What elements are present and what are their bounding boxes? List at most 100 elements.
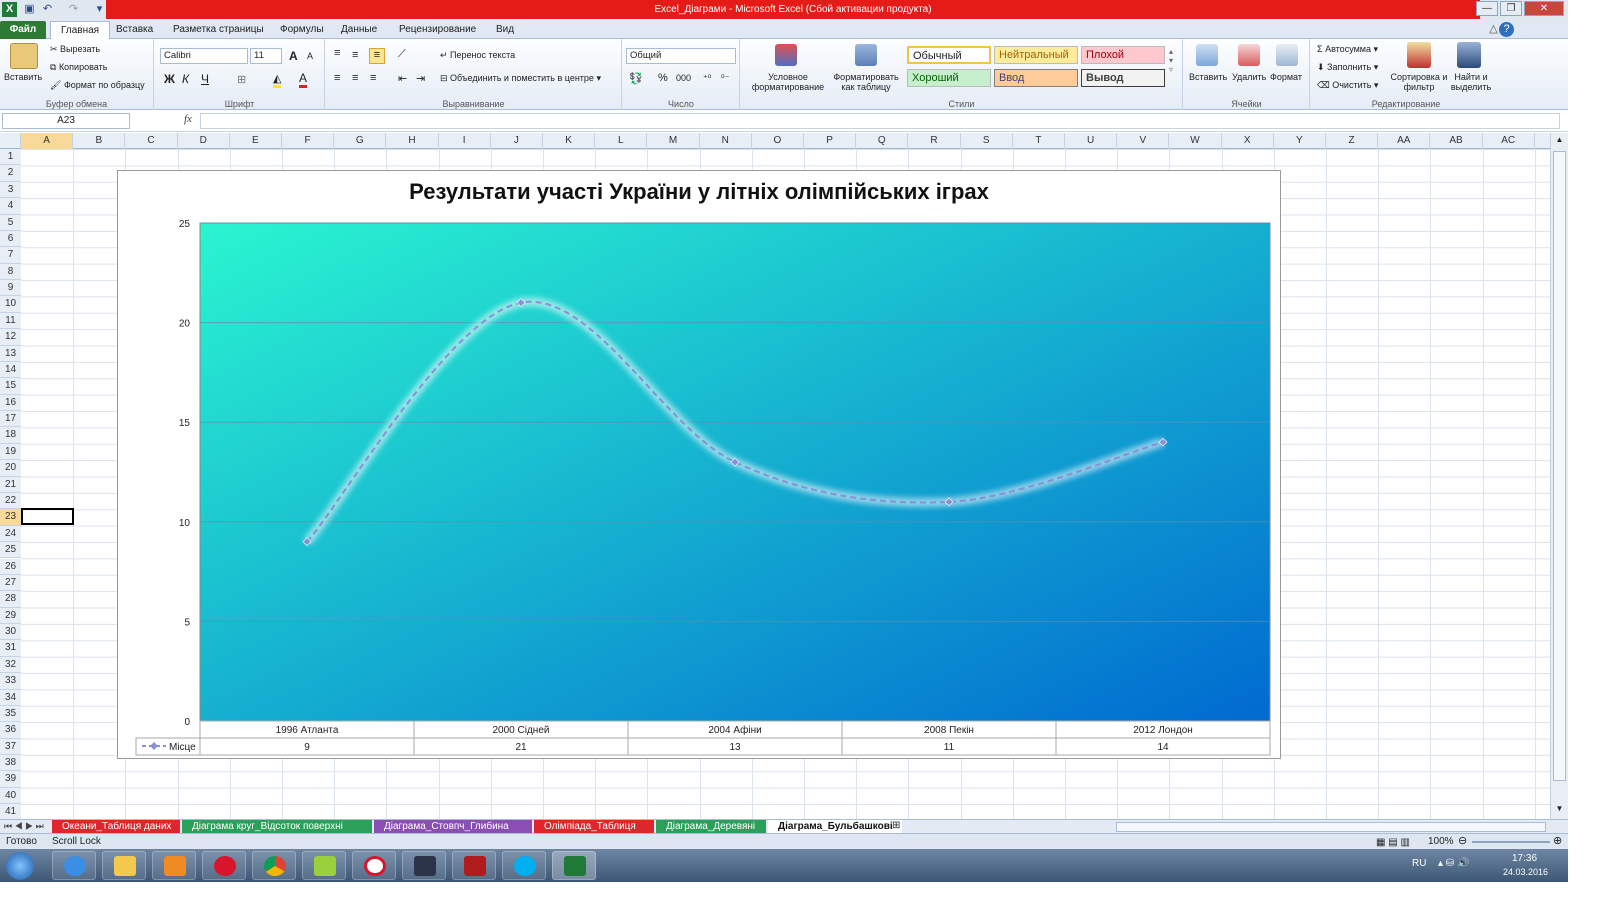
align-middle-icon[interactable]: ≡ [352, 49, 358, 61]
italic-button[interactable]: К [182, 72, 189, 86]
merge-center-button[interactable]: ⊟ Объединить и поместить в центре ▾ [440, 73, 601, 84]
column-header[interactable]: N [700, 133, 752, 149]
style-good[interactable]: Хороший [907, 69, 991, 87]
align-right-icon[interactable]: ≡ [370, 72, 376, 84]
format-cells-button[interactable]: Формат [1270, 72, 1302, 82]
style-output[interactable]: Вывод [1081, 69, 1165, 87]
style-input[interactable]: Ввод [994, 69, 1078, 87]
column-header[interactable]: H [386, 133, 439, 149]
column-header[interactable]: L [595, 133, 648, 149]
sort-filter-button[interactable]: Сортировка и фильтр [1389, 72, 1449, 92]
taskbar-gpu[interactable] [452, 851, 496, 880]
clear-button[interactable]: ⌫ Очистить ▾ [1317, 80, 1378, 91]
row-header[interactable]: 10 [0, 296, 21, 313]
decrease-indent-icon[interactable]: ⇤ [398, 72, 407, 85]
row-header[interactable]: 23 [0, 509, 21, 526]
column-header[interactable]: E [230, 133, 282, 149]
sort-filter-icon[interactable] [1407, 42, 1431, 68]
row-header[interactable]: 36 [0, 722, 21, 739]
currency-icon[interactable]: 💱 [629, 72, 643, 85]
font-name-select[interactable]: Calibri [160, 48, 248, 64]
bold-button[interactable]: Ж [164, 72, 175, 86]
close-button[interactable]: ✕ [1524, 1, 1564, 16]
column-header[interactable]: D [178, 133, 230, 149]
sheet-tab[interactable]: Діаграма_Деревяні [656, 820, 766, 834]
sheet-tab[interactable]: Олімпіада_Таблиця [534, 820, 654, 834]
column-header[interactable]: S [961, 133, 1013, 149]
sheet-tab[interactable]: Діаграма_Стовпч_Глибина [374, 820, 532, 834]
tab-review[interactable]: Рецензирование [389, 21, 486, 39]
row-header[interactable]: 31 [0, 640, 21, 657]
tab-insert[interactable]: Вставка [106, 21, 163, 39]
taskbar-chrome[interactable] [252, 851, 296, 880]
scroll-thumb[interactable] [1553, 151, 1566, 781]
tab-file[interactable]: Файл [0, 21, 46, 39]
borders-icon[interactable]: ⊞ [237, 73, 246, 86]
name-box[interactable]: A23 [2, 113, 130, 129]
column-header[interactable]: A [21, 133, 74, 149]
tab-view[interactable]: Вид [486, 21, 524, 39]
row-header[interactable]: 12 [0, 329, 21, 346]
align-bottom-icon[interactable]: ≡ [369, 48, 385, 64]
insert-cells-icon[interactable] [1196, 44, 1218, 66]
wrap-text-button[interactable]: ↵ Перенос текста [440, 50, 515, 61]
row-header[interactable]: 11 [0, 312, 21, 330]
row-header[interactable]: 21 [0, 476, 21, 493]
grow-font-button[interactable]: A [289, 49, 298, 63]
vertical-scrollbar[interactable]: ▲ ▼ [1550, 133, 1568, 819]
scroll-up-icon[interactable]: ▲ [1553, 135, 1566, 147]
column-header[interactable]: Q [856, 133, 909, 149]
row-header[interactable]: 28 [0, 591, 21, 608]
language-indicator[interactable]: RU [1412, 858, 1426, 869]
row-header[interactable]: 33 [0, 673, 21, 690]
row-header[interactable]: 38 [0, 755, 21, 772]
thousands-button[interactable]: 000 [676, 73, 691, 83]
column-header[interactable]: X [1222, 133, 1274, 149]
paste-icon[interactable] [10, 43, 38, 69]
column-header[interactable]: P [804, 133, 857, 149]
row-header[interactable]: 35 [0, 705, 21, 723]
sheet-tab[interactable]: Діаграма_Бульбашкові [768, 820, 902, 834]
minimize-button[interactable]: — [1476, 1, 1498, 16]
column-header[interactable]: Z [1326, 133, 1379, 149]
row-header[interactable]: 22 [0, 492, 21, 510]
column-header[interactable]: F [282, 133, 335, 149]
row-header[interactable]: 20 [0, 460, 21, 477]
formula-input[interactable] [200, 113, 1560, 129]
row-header[interactable]: 7 [0, 247, 21, 264]
column-header[interactable]: AA [1378, 133, 1431, 149]
font-size-select[interactable]: 11 [250, 48, 282, 64]
column-header[interactable]: C [125, 133, 178, 149]
restore-button[interactable]: ❐ [1500, 1, 1522, 16]
zoom-slider[interactable] [1472, 841, 1550, 843]
chart[interactable]: Результати участі України у літніх олімп… [117, 170, 1281, 759]
delete-cells-icon[interactable] [1238, 44, 1260, 66]
sheet-tab[interactable]: Діаграма круг_Відсоток поверхні [182, 820, 372, 834]
autosum-button[interactable]: Σ Автосумма ▾ [1317, 44, 1378, 55]
format-as-table-button[interactable]: Форматировать как таблицу [833, 72, 899, 92]
taskbar-phone[interactable] [402, 851, 446, 880]
shrink-font-button[interactable]: A [307, 51, 313, 61]
undo-icon[interactable]: ↶ [40, 2, 55, 17]
paste-button[interactable]: Вставить [4, 72, 42, 82]
row-header[interactable]: 41 [0, 804, 21, 819]
column-header[interactable]: G [334, 133, 387, 149]
column-header[interactable]: V [1117, 133, 1170, 149]
horizontal-scrollbar[interactable] [1116, 822, 1546, 832]
column-header[interactable]: AB [1430, 133, 1483, 149]
row-header[interactable]: 18 [0, 427, 21, 444]
find-select-button[interactable]: Найти и выделить [1449, 72, 1493, 92]
row-header[interactable]: 40 [0, 787, 21, 805]
tray-icons[interactable]: ▴ ⛁ 🔊 [1438, 858, 1469, 869]
format-cells-icon[interactable] [1276, 44, 1298, 66]
clock-time[interactable]: 17:36 [1512, 853, 1537, 864]
function-icon[interactable]: fx [184, 113, 192, 125]
row-header[interactable]: 39 [0, 771, 21, 788]
row-header[interactable]: 13 [0, 345, 21, 362]
align-left-icon[interactable]: ≡ [334, 72, 340, 84]
format-painter-button[interactable]: 🖌 Формат по образцу [50, 80, 145, 91]
column-header[interactable]: T [1013, 133, 1065, 149]
row-header[interactable]: 2 [0, 165, 21, 182]
row-header[interactable]: 30 [0, 624, 21, 641]
column-header[interactable]: K [543, 133, 596, 149]
